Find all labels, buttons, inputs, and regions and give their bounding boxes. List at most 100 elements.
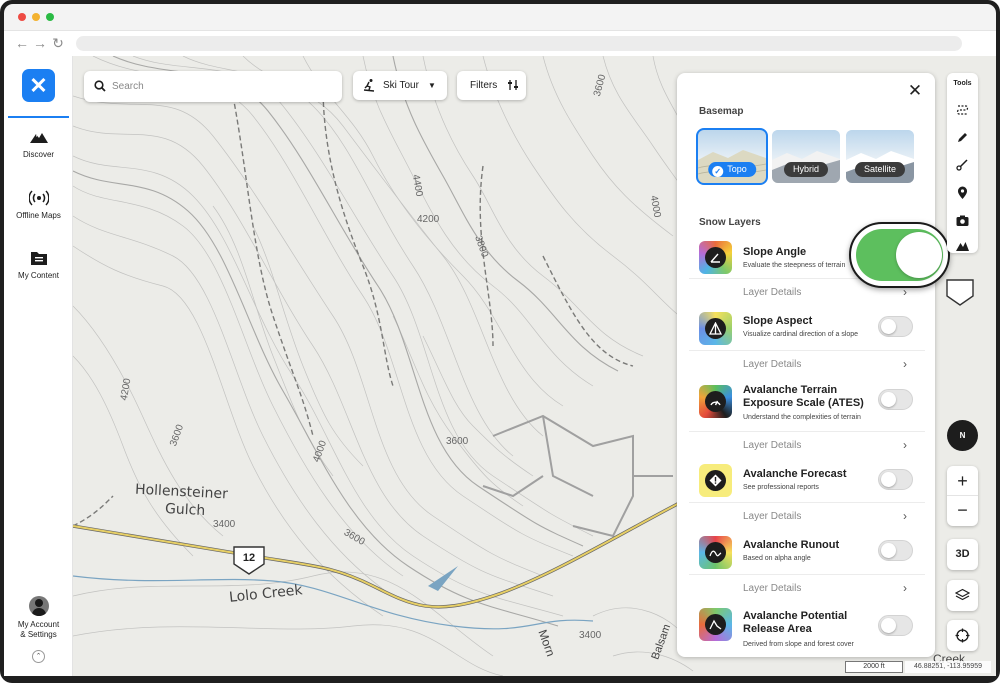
pencil-icon[interactable]	[955, 130, 970, 145]
layer-toggle[interactable]	[878, 540, 913, 561]
layer-desc: Based on alpha angle	[743, 555, 811, 562]
layer-avalanche-runout[interactable]: Avalanche Runout Based on alpha angle	[689, 531, 925, 574]
basemap-options: ✓ Topo Hybrid Satellite	[693, 125, 925, 193]
snow-layers-title: Snow Layers	[699, 217, 761, 228]
layer-avalanche-release-area[interactable]: Avalanche Potential Release Area Derived…	[689, 603, 925, 657]
chevron-up-icon[interactable]: ⌃	[32, 650, 45, 663]
basemap-title: Basemap	[699, 106, 744, 117]
layer-name: Avalanche Potential Release Area	[743, 610, 848, 635]
layer-details-link[interactable]: Layer Details ›	[689, 574, 925, 600]
gauge-icon	[710, 400, 721, 406]
back-arrow-icon[interactable]: ←	[14, 35, 30, 51]
account-label-line2: & Settings	[20, 630, 57, 639]
sidebar-item-offline-maps[interactable]: Offline Maps	[4, 189, 73, 221]
filters-button[interactable]: Filters	[457, 71, 526, 100]
zoom-controls: + −	[947, 466, 978, 526]
zoom-in-button[interactable]: +	[947, 466, 978, 496]
layers-button[interactable]	[947, 580, 978, 611]
slope-angle-thumbnail	[699, 241, 732, 274]
chevron-right-icon: ›	[903, 509, 907, 523]
layer-details-link[interactable]: Layer Details ›	[689, 431, 925, 457]
minimize-window-button[interactable]	[32, 13, 40, 21]
filters-label: Filters	[470, 80, 498, 91]
browser-chrome: ← → ↻	[4, 4, 996, 56]
map-label-elevation: 3400	[579, 630, 602, 641]
app-logo-icon[interactable]: ✕	[22, 69, 55, 102]
layer-toggle[interactable]	[878, 389, 913, 410]
sidebar-item-label: Offline Maps	[16, 211, 61, 220]
search-box[interactable]	[84, 71, 342, 102]
sliders-icon	[508, 80, 518, 90]
reload-icon[interactable]: ↻	[50, 35, 66, 51]
chevron-right-icon: ›	[903, 438, 907, 452]
layer-desc: Visualize cardinal direction of a slope	[743, 331, 859, 338]
chevron-down-icon: ▼	[428, 81, 436, 90]
layer-name: Slope Aspect	[743, 315, 813, 327]
compass-button[interactable]: N	[947, 420, 978, 451]
avatar	[28, 596, 49, 616]
check-icon: ✓	[712, 166, 724, 177]
angle-icon	[710, 253, 720, 263]
search-icon	[94, 80, 106, 92]
map-label-elevation: 4200	[417, 214, 440, 225]
forward-arrow-icon[interactable]: →	[32, 35, 48, 51]
activity-label: Ski Tour	[383, 80, 419, 91]
basemap-topo[interactable]: ✓ Topo	[696, 128, 768, 185]
layer-name: Avalanche Terrain Exposure Scale (ATES)	[743, 384, 864, 409]
layer-desc: See professional reports	[743, 484, 819, 491]
layer-ates[interactable]: Avalanche Terrain Exposure Scale (ATES) …	[689, 379, 925, 431]
map-label-elevation: 3600	[446, 436, 469, 447]
browser-frame: ← → ↻ ✕ Discover Offline Maps My Content	[0, 0, 1000, 683]
release-area-thumbnail	[699, 608, 732, 641]
locate-button[interactable]	[947, 620, 978, 651]
close-window-button[interactable]	[18, 13, 26, 21]
layers-icon	[954, 588, 971, 601]
address-bar[interactable]	[76, 36, 962, 51]
basemap-satellite[interactable]: Satellite	[846, 130, 914, 183]
release-area-icon	[709, 619, 722, 630]
layers-panel: ✕ Basemap ✓ Topo Hybrid Satellite Snow L…	[677, 73, 935, 657]
layer-toggle[interactable]	[878, 615, 913, 636]
layer-name: Avalanche Forecast	[743, 468, 847, 480]
search-input[interactable]	[112, 78, 332, 95]
activity-dropdown[interactable]: Ski Tour ▼	[353, 71, 447, 100]
basemap-hybrid[interactable]: Hybrid	[772, 130, 840, 183]
sidebar-item-discover[interactable]: Discover	[4, 128, 73, 160]
route-icon[interactable]	[955, 103, 970, 118]
measure-icon[interactable]	[955, 157, 970, 172]
layer-details-link[interactable]: Layer Details ›	[689, 502, 925, 528]
scale-bar: 2000 ft	[845, 661, 903, 673]
maximize-window-button[interactable]	[46, 13, 54, 21]
3d-button[interactable]: 3D	[947, 539, 978, 570]
runout-thumbnail	[699, 536, 732, 569]
layer-details-link[interactable]: Layer Details ›	[689, 350, 925, 376]
warning-icon	[709, 474, 722, 487]
mountain-tool-icon[interactable]	[955, 238, 970, 253]
browser-nav-row: ← → ↻	[4, 30, 996, 56]
layer-slope-aspect[interactable]: Slope Aspect Visualize cardinal directio…	[689, 307, 925, 350]
layer-avalanche-forecast[interactable]: Avalanche Forecast See professional repo…	[689, 460, 925, 502]
sidebar: ✕ Discover Offline Maps My Content My Ac…	[4, 56, 73, 676]
forecast-thumbnail	[699, 464, 732, 497]
layer-name: Avalanche Runout	[743, 539, 840, 551]
layer-desc: Evaluate the steepness of terrain	[743, 262, 846, 269]
basemap-label: ✓ Topo	[708, 162, 756, 177]
folder-icon	[30, 252, 47, 265]
sidebar-item-account[interactable]: My Account & Settings	[4, 596, 73, 640]
layer-toggle[interactable]	[878, 469, 913, 490]
tools-title: Tools	[953, 80, 972, 87]
camera-icon[interactable]	[955, 213, 970, 228]
tools-bar: Tools	[947, 73, 978, 253]
sidebar-item-my-content[interactable]: My Content	[4, 249, 73, 281]
layer-toggle[interactable]	[878, 316, 913, 337]
mountain-icon	[29, 133, 48, 143]
zoom-out-button[interactable]: −	[947, 496, 978, 526]
layer-desc: Derived from slope and forest cover	[743, 641, 854, 648]
close-icon[interactable]: ✕	[907, 82, 923, 99]
slope-angle-toggle[interactable]	[849, 222, 950, 288]
chevron-right-icon: ›	[903, 357, 907, 371]
crosshair-icon	[955, 628, 970, 643]
chevron-right-icon: ›	[903, 581, 907, 595]
ates-thumbnail	[699, 385, 732, 418]
map-pin-icon[interactable]	[955, 185, 970, 200]
